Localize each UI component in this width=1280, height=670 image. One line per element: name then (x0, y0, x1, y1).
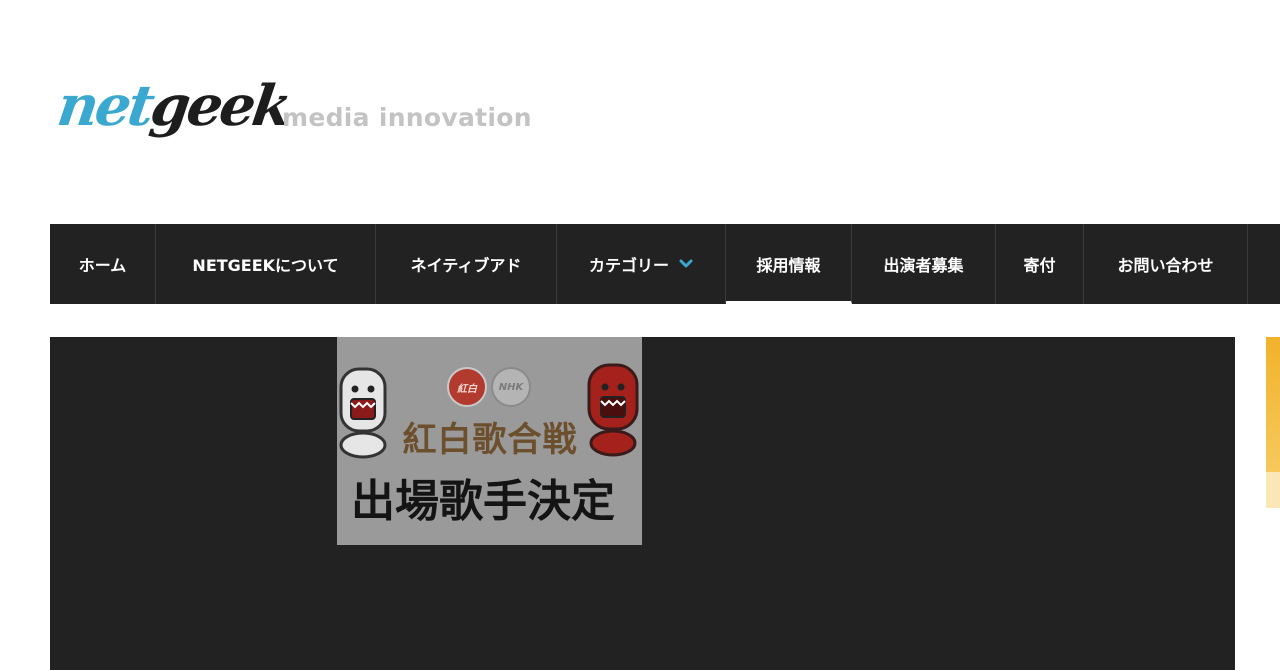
nav-item-label: 寄付 (1023, 256, 1056, 275)
thumbnail-title-line2: 出場歌手決定 (351, 476, 615, 527)
nav-item-label: お問い合わせ (1117, 256, 1214, 275)
logo-geek: geek (146, 73, 294, 139)
nav-item-about[interactable]: NETGEEKについて (156, 224, 376, 304)
thumbnail-title-line1: 紅白歌合戦 (402, 420, 578, 460)
nav-item-contact[interactable]: お問い合わせ (1084, 224, 1248, 304)
nav-item-label: ネイティブアド (410, 256, 522, 275)
nav-item-donate[interactable]: 寄付 (996, 224, 1084, 304)
nav-item-home[interactable]: ホーム (50, 224, 156, 304)
nav-item-native-ad[interactable]: ネイティブアド (376, 224, 557, 304)
main-nav: ホーム NETGEEKについて ネイティブアド カテゴリー 採用情報 出演者募集… (50, 224, 1280, 304)
thumbnail-badges: 紅白 NHK (447, 367, 531, 407)
hero-banner[interactable]: 紅白 NHK 紅白歌合戦 出場歌手決定 (50, 337, 1235, 670)
nav-item-label: ホーム (78, 256, 127, 275)
nav-item-performers[interactable]: 出演者募集 (852, 224, 996, 304)
sidebar-ad-banner-lower (1266, 472, 1280, 508)
nav-item-label: 採用情報 (756, 256, 821, 275)
kouhaku-badge: 紅白 (447, 367, 487, 407)
nav-item-label: NETGEEKについて (192, 256, 339, 275)
site-logo[interactable]: netgeek media innovation (53, 66, 538, 156)
nav-item-label: カテゴリー (588, 256, 669, 275)
nav-item-label: 出演者募集 (883, 256, 964, 275)
logo-tagline: media innovation (282, 103, 532, 132)
article-thumbnail[interactable]: 紅白 NHK 紅白歌合戦 出場歌手決定 (337, 337, 642, 545)
logo-wordmark: netgeek (52, 66, 294, 146)
nhk-badge: NHK (491, 367, 531, 407)
nav-item-category[interactable]: カテゴリー (557, 224, 726, 304)
logo-net: net (53, 73, 156, 139)
chevron-down-icon (679, 259, 693, 269)
nav-item-recruit[interactable]: 採用情報 (726, 224, 852, 304)
